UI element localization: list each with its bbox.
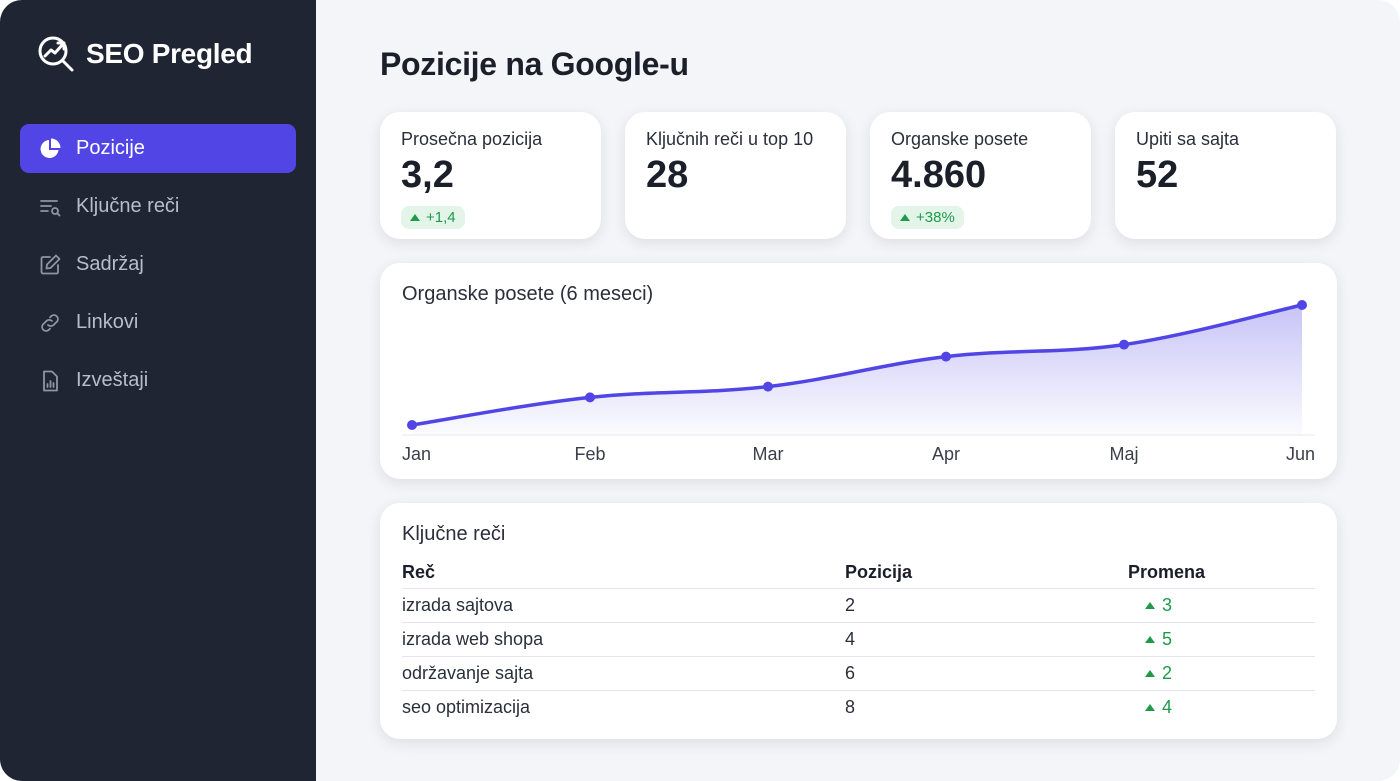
data-point[interactable] [1297, 300, 1307, 310]
stat-card-avg-position: Prosečna pozicija 3,2 +1,4 [380, 112, 601, 239]
keywords-card: Ključne reči Reč Pozicija Promena izrada… [380, 503, 1337, 739]
data-point[interactable] [1119, 339, 1129, 350]
report-icon [43, 370, 58, 391]
app-window: SEO Pregled Pozicije Ključne reči Sadrža… [0, 0, 1400, 781]
column-header-word: Reč [402, 558, 845, 589]
cell-change: 2 [1128, 656, 1315, 691]
list-search-icon [40, 199, 61, 216]
arrow-up-icon [1145, 601, 1155, 609]
stat-value: 4.860 [891, 154, 987, 196]
sidebar-item-label: Pozicije [76, 137, 145, 159]
data-point[interactable] [585, 392, 595, 403]
x-tick-label: Maj [1109, 444, 1138, 464]
sidebar-item-label: Izveštaji [76, 369, 149, 391]
cell-position: 8 [845, 696, 856, 717]
table-row[interactable]: seo optimizacija 8 4 [402, 690, 1315, 724]
keywords-table: Reč Pozicija Promena izrada sajtova 2 3 … [402, 558, 1315, 724]
cell-change: 3 [1128, 588, 1315, 623]
link-icon [41, 313, 59, 332]
change-value: 5 [1162, 628, 1173, 649]
stat-card-organic-visits: Organske posete 4.860 +38% [870, 112, 1091, 239]
stat-change-badge: +38% [891, 206, 964, 229]
brand: SEO Pregled [36, 30, 296, 78]
stat-change: +1,4 [426, 209, 456, 226]
change-value: 4 [1162, 696, 1173, 717]
cell-position: 2 [845, 588, 1128, 623]
cell-position: 6 [845, 656, 1128, 691]
x-tick-label: Jun [1286, 444, 1315, 464]
cell-word: održavanje sajta [402, 656, 845, 691]
pie-chart-icon [40, 138, 61, 158]
sidebar-item-linkovi[interactable]: Linkovi [20, 298, 296, 347]
sidebar-item-izvestaji[interactable]: Izveštaji [20, 356, 296, 405]
keywords-title: Ključne reči [402, 523, 506, 545]
stat-label: Prosečna pozicija [401, 129, 543, 149]
main-content: Pozicije na Google-u Prosečna pozicija 3… [316, 0, 1400, 781]
table-header-row: Reč Pozicija Promena [402, 558, 1315, 589]
stats-row: Prosečna pozicija 3,2 +1,4 Ključnih reči… [380, 112, 1337, 239]
x-tick-label: Mar [753, 444, 784, 464]
cell-change: 4 [1128, 690, 1315, 724]
sidebar-item-kljucne-reci[interactable]: Ključne reči [20, 182, 296, 231]
data-point[interactable] [407, 420, 417, 430]
chart-card: Organske posete (6 meseci) Jan Feb Mar Apr M… [380, 263, 1337, 479]
x-tick-label: Feb [574, 444, 605, 464]
cell-word: izrada sajtova [402, 588, 845, 623]
cell-word: seo optimizacija [402, 696, 531, 717]
stat-label: Organske posete [891, 129, 1029, 149]
arrow-up-icon [1145, 669, 1155, 677]
stat-label: Ključnih reči u top 10 [646, 129, 814, 149]
arrow-up-icon [1145, 703, 1155, 711]
cell-word: izrada web shopa [402, 622, 845, 657]
sidebar-item-label: Ključne reči [76, 195, 180, 217]
table-row[interactable]: održavanje sajta 6 2 [402, 656, 1315, 691]
column-header-position: Pozicija [845, 558, 1128, 589]
sidebar-item-pozicije[interactable]: Pozicije [20, 124, 296, 173]
stat-label: Upiti sa sajta [1136, 129, 1240, 149]
sidebar: SEO Pregled Pozicije Ključne reči Sadrža… [0, 0, 316, 781]
cell-change: 5 [1128, 622, 1315, 657]
stat-change: +38% [916, 209, 955, 226]
table-row[interactable]: izrada sajtova 2 3 [402, 588, 1315, 623]
x-tick-label: Apr [932, 444, 960, 464]
sidebar-item-label: Linkovi [76, 311, 139, 333]
column-header-change: Promena [1128, 558, 1315, 589]
edit-icon [40, 254, 61, 274]
page-title: Pozicije na Google-u [380, 46, 689, 82]
x-tick-label: Jan [402, 444, 431, 464]
stat-card-top10: Ključnih reči u top 10 28 [625, 112, 846, 239]
table-row[interactable]: izrada web shopa 4 5 [402, 622, 1315, 657]
arrow-up-icon [410, 214, 420, 221]
stat-value: 28 [646, 154, 689, 196]
arrow-up-icon [1145, 635, 1155, 643]
data-point[interactable] [763, 381, 773, 392]
change-value: 3 [1162, 594, 1173, 615]
stat-change-badge: +1,4 [401, 206, 465, 229]
arrow-up-icon [900, 214, 910, 221]
visits-chart: Jan Feb Mar Apr Maj Jun [402, 300, 1315, 464]
change-value: 2 [1162, 662, 1173, 683]
stat-card-inquiries: Upiti sa sajta 52 [1115, 112, 1336, 239]
stat-value: 52 [1136, 154, 1179, 196]
cell-position: 4 [845, 622, 1128, 657]
stat-value: 3,2 [401, 154, 454, 196]
data-point[interactable] [941, 351, 951, 362]
search-growth-icon [38, 36, 74, 72]
sidebar-item-sadrzaj[interactable]: Sadržaj [20, 240, 296, 289]
brand-name: SEO Pregled [86, 38, 253, 69]
sidebar-item-label: Sadržaj [76, 253, 144, 275]
